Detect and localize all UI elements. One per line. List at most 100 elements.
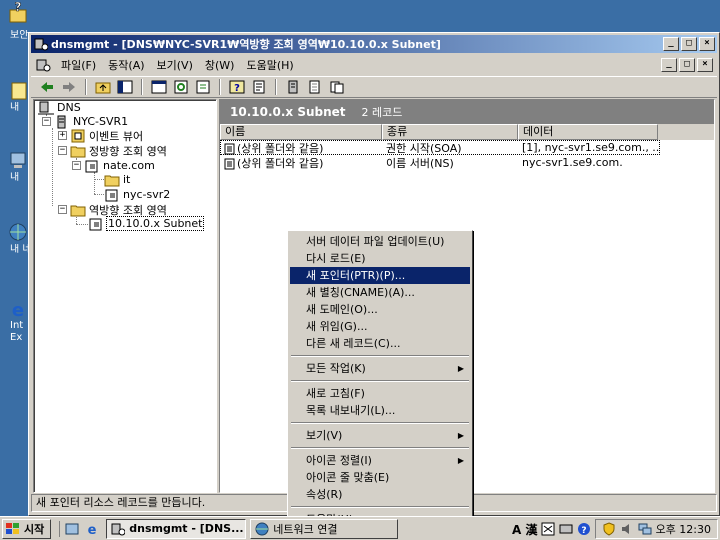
toolbar-separator xyxy=(219,79,221,95)
title-bar[interactable]: dnsmgmt - [DNS₩NYC-SVR1₩역방향 조회 영역₩10.10.… xyxy=(31,35,717,53)
context-menu-item[interactable]: 보기(V) ▶ xyxy=(290,427,470,444)
tree-connector xyxy=(52,128,53,206)
column-header-name[interactable]: 이름 xyxy=(220,124,382,140)
child-close-button[interactable]: × xyxy=(697,58,713,72)
context-menu-item[interactable]: 새 별칭(CNAME)(A)... xyxy=(290,284,470,301)
tree-node-dns[interactable]: DNS xyxy=(38,100,81,115)
internet-explorer-icon[interactable]: e xyxy=(84,521,100,537)
forward-arrow-icon[interactable] xyxy=(59,78,79,96)
tree-label: nate.com xyxy=(103,159,155,172)
taskbar: 시작 e dnsmgmt - [DNS... 네트워크 연결 A 漢 ? 오후 … xyxy=(0,516,720,540)
refresh-icon[interactable] xyxy=(171,78,191,96)
toolbar-separator xyxy=(275,79,277,95)
up-folder-icon[interactable] xyxy=(93,78,113,96)
tree-node-subnet[interactable]: 10.10.0.x Subnet xyxy=(88,216,205,231)
tree-node-nate-com[interactable]: − nate.com xyxy=(72,158,155,173)
column-header-type[interactable]: 종류 xyxy=(382,124,518,140)
dns-app-icon xyxy=(34,38,48,51)
context-menu-item[interactable]: 다른 새 레코드(C)... xyxy=(290,335,470,352)
tree-label: NYC-SVR1 xyxy=(73,115,129,128)
context-menu-item-label: 모든 작업(K) xyxy=(306,362,366,375)
menu-file[interactable]: 파일(F) xyxy=(55,57,102,73)
svg-text:?: ? xyxy=(234,83,240,94)
collapse-toggle[interactable]: − xyxy=(72,161,81,170)
new-record-icon[interactable] xyxy=(327,78,347,96)
collapse-toggle[interactable]: − xyxy=(58,146,67,155)
context-menu-item[interactable]: 새로 고침(F) xyxy=(290,385,470,402)
context-menu-item-label: 다른 새 레코드(C)... xyxy=(306,337,401,350)
context-menu-item[interactable]: 서버 데이터 파일 업데이트(U) xyxy=(290,233,470,250)
taskbar-item-label: dnsmgmt - [DNS... xyxy=(129,522,244,535)
ime-indicator[interactable]: A 漢 xyxy=(512,521,537,538)
desktop-icon-help[interactable]: ? xyxy=(0,2,34,24)
help-circle-icon[interactable]: ? xyxy=(577,522,591,536)
svg-text:e: e xyxy=(12,300,24,320)
security-shield-icon[interactable] xyxy=(602,522,616,536)
export-list-icon[interactable] xyxy=(193,78,213,96)
tree-node-reverse-zone[interactable]: − 역방향 조회 영역 xyxy=(58,202,167,217)
new-window-icon[interactable] xyxy=(149,78,169,96)
server-icon xyxy=(57,115,66,128)
record-name: (상위 폴더와 같음) xyxy=(237,156,324,170)
maximize-button[interactable]: □ xyxy=(681,37,697,51)
record-icon xyxy=(224,143,235,154)
menu-separator xyxy=(291,355,469,357)
update-server-file-icon[interactable] xyxy=(305,78,325,96)
menu-action[interactable]: 동작(A) xyxy=(102,57,150,73)
tree-connector xyxy=(76,224,88,225)
context-menu-item[interactable]: 새 도메인(O)... xyxy=(290,301,470,318)
child-window-icon[interactable] xyxy=(35,57,51,73)
column-header-data[interactable]: 데이터 xyxy=(518,124,658,140)
table-row[interactable]: (상위 폴더와 같음) 권한 시작(SOA) [1], nyc-svr1.se9… xyxy=(220,140,660,155)
start-button[interactable]: 시작 xyxy=(2,518,52,539)
menu-bar: 파일(F) 동작(A) 보기(V) 창(W) 도움말(H) _ □ × xyxy=(31,55,717,75)
minimize-button[interactable]: _ xyxy=(663,37,679,51)
table-row[interactable]: (상위 폴더와 같음) 이름 서버(NS) nyc-svr1.se9.com. xyxy=(220,155,714,170)
window-title: dnsmgmt - [DNS₩NYC-SVR1₩역방향 조회 영역₩10.10.… xyxy=(51,38,441,51)
context-menu-item[interactable]: 아이콘 정렬(I) ▶ xyxy=(290,452,470,469)
ime-pad-icon[interactable] xyxy=(541,522,555,536)
record-name-cell: (상위 폴더와 같음) xyxy=(220,140,382,156)
collapse-toggle[interactable]: − xyxy=(42,117,51,126)
tree-label: it xyxy=(123,173,131,186)
tree-node-event-viewer[interactable]: + 이벤트 뷰어 xyxy=(58,128,143,143)
network-tray-icon[interactable] xyxy=(638,522,652,536)
tree-node-forward-zone[interactable]: − 정방향 조회 영역 xyxy=(58,143,167,158)
record-count: 2 레코드 xyxy=(361,106,403,119)
context-menu-item[interactable]: 새 위임(G)... xyxy=(290,318,470,335)
documents-icon xyxy=(11,82,27,100)
context-menu-item[interactable]: 새 포인터(PTR)(P)... xyxy=(290,267,470,284)
results-title: 10.10.0.x Subnet xyxy=(230,105,346,119)
context-menu-item[interactable]: 목록 내보내기(L)... xyxy=(290,402,470,419)
tree-node-nyc-svr2[interactable]: nyc-svr2 xyxy=(104,187,170,202)
properties-icon[interactable] xyxy=(249,78,269,96)
tree-connector xyxy=(94,172,95,194)
menu-separator xyxy=(291,380,469,382)
show-tree-icon[interactable] xyxy=(115,78,135,96)
show-desktop-icon[interactable] xyxy=(64,521,80,537)
tree-node-it[interactable]: it xyxy=(104,172,130,187)
ime-menu-icon[interactable] xyxy=(559,522,573,536)
taskbar-item-dnsmgmt[interactable]: dnsmgmt - [DNS... xyxy=(106,518,247,539)
back-arrow-icon[interactable] xyxy=(37,78,57,96)
context-menu-item[interactable]: 아이콘 줄 맞춤(E) xyxy=(290,469,470,486)
collapse-toggle[interactable]: − xyxy=(58,205,67,214)
close-button[interactable]: × xyxy=(699,37,715,51)
server-icon[interactable] xyxy=(283,78,303,96)
tree-label: 정방향 조회 영역 xyxy=(89,144,167,158)
folder-icon xyxy=(70,146,86,157)
context-menu-item-label: 속성(R) xyxy=(306,488,343,501)
context-menu-item[interactable]: 모든 작업(K) ▶ xyxy=(290,360,470,377)
menu-help[interactable]: 도움말(H) xyxy=(240,57,299,73)
context-menu-item[interactable]: 다시 로드(E) xyxy=(290,250,470,267)
tree-connector xyxy=(94,179,104,180)
menu-window[interactable]: 창(W) xyxy=(199,57,241,73)
volume-icon[interactable] xyxy=(620,522,634,536)
expand-toggle[interactable]: + xyxy=(58,131,67,140)
menu-view[interactable]: 보기(V) xyxy=(151,57,199,73)
context-menu-item[interactable]: 속성(R) xyxy=(290,486,470,503)
taskbar-item-network[interactable]: 네트워크 연결 xyxy=(250,518,399,539)
child-restore-button[interactable]: □ xyxy=(679,58,695,72)
help-icon[interactable]: ? xyxy=(227,78,247,96)
child-minimize-button[interactable]: _ xyxy=(661,58,677,72)
